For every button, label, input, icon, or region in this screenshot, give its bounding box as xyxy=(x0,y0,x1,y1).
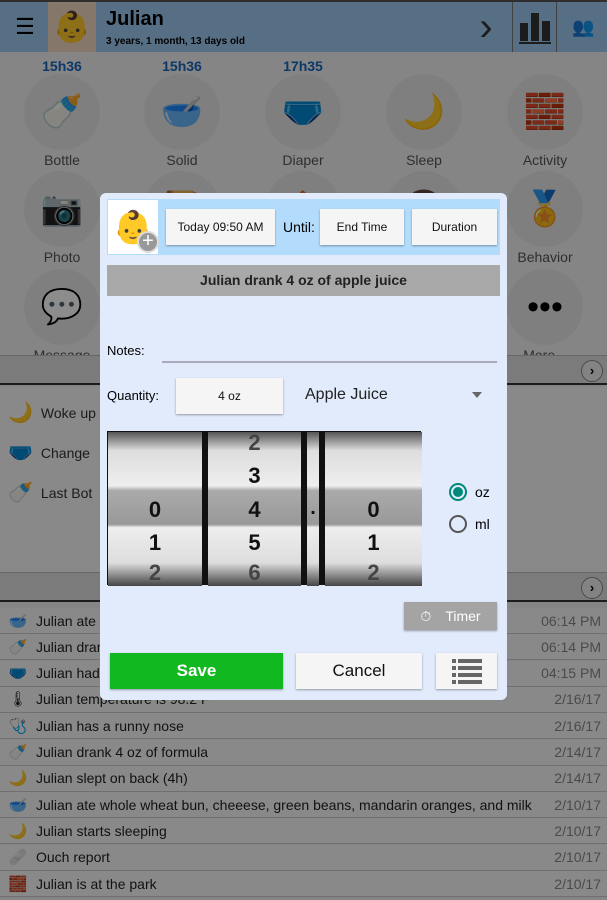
picker-decimal: . xyxy=(307,432,319,586)
list-icon xyxy=(451,659,482,684)
picker-digit: 0 xyxy=(148,497,162,522)
picker-wheel-tens[interactable]: 0 1 2 xyxy=(108,432,202,586)
quantity-picker[interactable]: 0 1 2 2 3 4 5 6 . 0 1 2 xyxy=(107,430,422,586)
picker-digit: 1 xyxy=(367,530,380,555)
timer-button[interactable]: ⏱ Timer xyxy=(404,602,497,630)
picker-wheel-tenths[interactable]: 0 1 2 xyxy=(325,432,422,586)
radio-oz[interactable] xyxy=(449,483,467,501)
duration-button[interactable]: Duration xyxy=(412,209,497,245)
picker-digit: 3 xyxy=(248,463,261,488)
dropdown-arrow-icon[interactable] xyxy=(472,392,482,398)
bottle-dialog: 👶 + Today 09:50 AM Until: End Time Durat… xyxy=(100,193,507,700)
decimal-point: . xyxy=(310,497,316,519)
end-time-button[interactable]: End Time xyxy=(320,209,404,245)
add-photo-icon[interactable]: + xyxy=(137,231,159,253)
picker-digit: 2 xyxy=(148,560,162,585)
drink-type-select[interactable]: Apple Juice xyxy=(305,386,388,404)
quantity-label: Quantity: xyxy=(107,388,160,403)
picker-digit: 5 xyxy=(248,530,261,555)
start-time-button[interactable]: Today 09:50 AM xyxy=(166,209,275,245)
stopwatch-icon: ⏱ xyxy=(420,607,432,624)
unit-oz-label: oz xyxy=(475,484,490,500)
timer-label: Timer xyxy=(445,608,481,624)
picker-digit: 2 xyxy=(248,430,261,455)
cancel-button[interactable]: Cancel xyxy=(296,653,422,689)
until-label: Until: xyxy=(283,219,315,235)
notes-input[interactable] xyxy=(162,343,497,363)
radio-ml[interactable] xyxy=(449,515,467,533)
quantity-button[interactable]: 4 oz xyxy=(176,378,283,414)
list-button[interactable] xyxy=(436,653,497,689)
picker-digit: 4 xyxy=(248,497,261,522)
picker-digit: 2 xyxy=(367,560,380,585)
picker-digit: 1 xyxy=(148,530,162,555)
picker-digit: 6 xyxy=(248,560,261,585)
notes-label: Notes: xyxy=(107,343,145,358)
entry-summary: Julian drank 4 oz of apple juice xyxy=(107,265,500,296)
save-button[interactable]: Save xyxy=(110,653,283,689)
unit-ml-label: ml xyxy=(475,516,490,532)
picker-digit: 0 xyxy=(367,497,380,522)
picker-wheel-ones[interactable]: 2 3 4 5 6 xyxy=(208,430,301,586)
